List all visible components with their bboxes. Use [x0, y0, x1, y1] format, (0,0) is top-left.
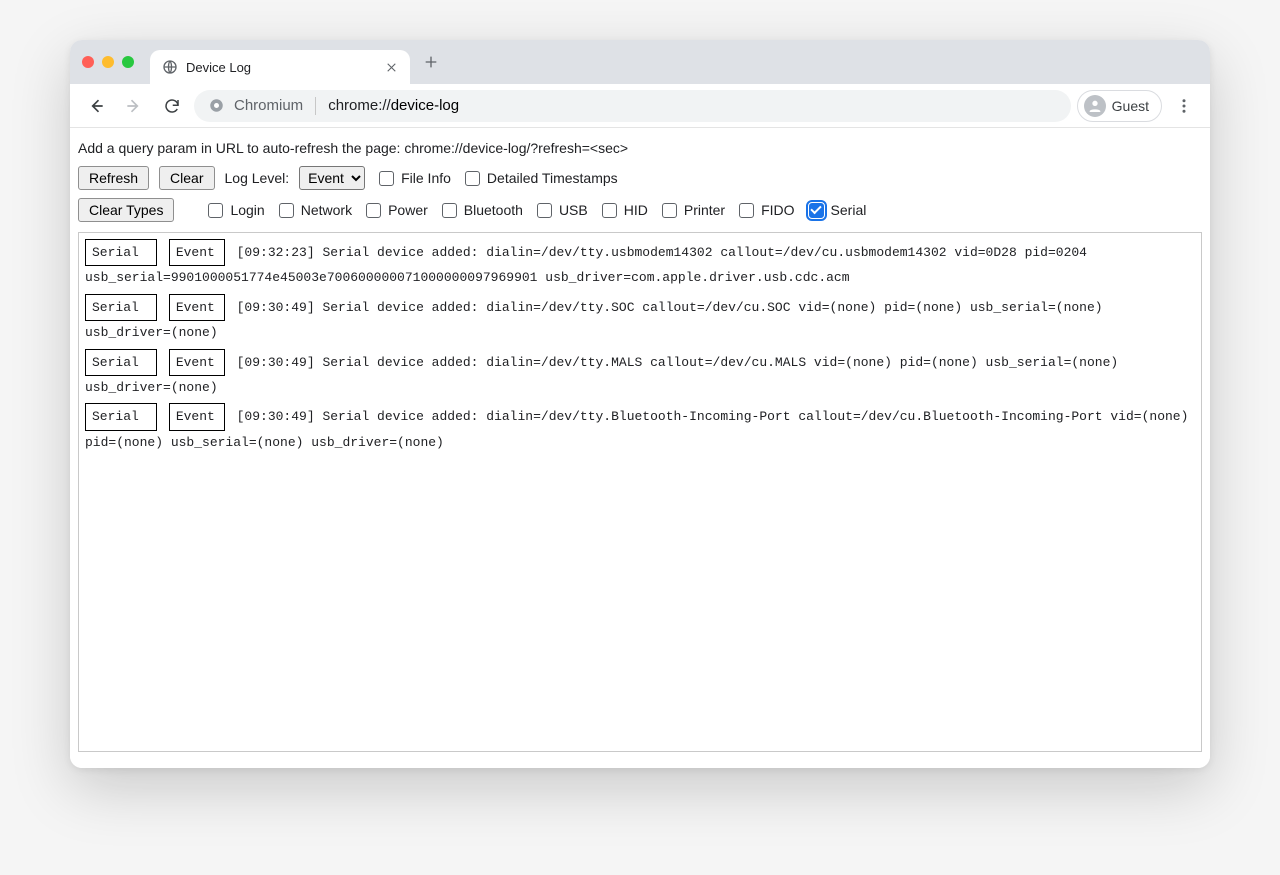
globe-icon — [162, 59, 178, 75]
detailed-timestamps-checkbox-group[interactable]: Detailed Timestamps — [461, 168, 618, 189]
filter-bluetooth[interactable]: Bluetooth — [438, 200, 523, 221]
power-checkbox[interactable] — [366, 203, 381, 218]
log-timestamp: [09:32:23] — [237, 245, 315, 260]
clear-types-button[interactable]: Clear Types — [78, 198, 174, 222]
file-info-checkbox[interactable] — [379, 171, 394, 186]
page-content: Add a query param in URL to auto-refresh… — [70, 128, 1210, 768]
tab-title: Device Log — [186, 60, 382, 75]
log-entry: Serial Event [09:30:49] Serial device ad… — [85, 403, 1195, 454]
browser-tab[interactable]: Device Log — [150, 50, 410, 84]
filter-login[interactable]: Login — [204, 200, 264, 221]
log-type-tag: Serial — [85, 403, 157, 430]
url-path-value: device-log — [391, 97, 459, 114]
window-maximize-button[interactable] — [122, 56, 134, 68]
bluetooth-label: Bluetooth — [464, 202, 523, 218]
address-bar[interactable]: Chromium chrome://device-log — [194, 90, 1071, 122]
log-level-label: Log Level: — [225, 170, 290, 186]
url-divider — [315, 97, 316, 115]
profile-label: Guest — [1112, 98, 1149, 114]
log-entry: Serial Event [09:30:49] Serial device ad… — [85, 294, 1195, 345]
printer-checkbox[interactable] — [662, 203, 677, 218]
avatar-icon — [1084, 95, 1106, 117]
clear-button[interactable]: Clear — [159, 166, 214, 190]
log-level-tag: Event — [169, 294, 225, 321]
filter-power[interactable]: Power — [362, 200, 428, 221]
refresh-hint: Add a query param in URL to auto-refresh… — [78, 140, 1202, 156]
url-origin: Chromium — [234, 97, 303, 114]
file-info-label: File Info — [401, 170, 451, 186]
log-level-tag: Event — [169, 403, 225, 430]
new-tab-button[interactable] — [416, 47, 446, 77]
log-level-tag: Event — [169, 239, 225, 266]
fido-label: FIDO — [761, 202, 794, 218]
log-type-tag: Serial — [85, 294, 157, 321]
log-panel: Serial Event [09:32:23] Serial device ad… — [78, 232, 1202, 752]
log-level-select[interactable]: Event — [299, 166, 365, 190]
log-level-tag: Event — [169, 349, 225, 376]
detailed-timestamps-checkbox[interactable] — [465, 171, 480, 186]
filter-printer[interactable]: Printer — [658, 200, 725, 221]
filter-usb[interactable]: USB — [533, 200, 588, 221]
filter-network[interactable]: Network — [275, 200, 352, 221]
log-type-tag: Serial — [85, 349, 157, 376]
hid-label: HID — [624, 202, 648, 218]
log-message: Serial device added: dialin=/dev/tty.usb… — [85, 245, 1087, 285]
log-timestamp: [09:30:49] — [237, 409, 315, 424]
control-row-2: Clear Types Login Network Power Bluetoot… — [78, 198, 1202, 222]
back-button[interactable] — [80, 90, 112, 122]
log-entry: Serial Event [09:32:23] Serial device ad… — [85, 239, 1195, 290]
reload-button[interactable] — [156, 90, 188, 122]
bluetooth-checkbox[interactable] — [442, 203, 457, 218]
usb-label: USB — [559, 202, 588, 218]
forward-button[interactable] — [118, 90, 150, 122]
browser-window: Device Log Chromium chrome://device-lo — [70, 40, 1210, 768]
serial-checkbox[interactable] — [809, 203, 824, 218]
url-path: chrome://device-log — [328, 97, 459, 114]
refresh-button[interactable]: Refresh — [78, 166, 149, 190]
usb-checkbox[interactable] — [537, 203, 552, 218]
chromium-icon — [208, 98, 224, 114]
power-label: Power — [388, 202, 428, 218]
profile-button[interactable]: Guest — [1077, 90, 1162, 122]
window-controls — [82, 56, 134, 68]
filter-hid[interactable]: HID — [598, 200, 648, 221]
login-checkbox[interactable] — [208, 203, 223, 218]
tab-strip: Device Log — [70, 40, 1210, 84]
log-type-tag: Serial — [85, 239, 157, 266]
window-minimize-button[interactable] — [102, 56, 114, 68]
login-label: Login — [230, 202, 264, 218]
tab-close-button[interactable] — [382, 58, 400, 76]
overflow-menu-button[interactable] — [1168, 90, 1200, 122]
network-checkbox[interactable] — [279, 203, 294, 218]
log-timestamp: [09:30:49] — [237, 300, 315, 315]
file-info-checkbox-group[interactable]: File Info — [375, 168, 451, 189]
hid-checkbox[interactable] — [602, 203, 617, 218]
fido-checkbox[interactable] — [739, 203, 754, 218]
filter-serial[interactable]: Serial — [805, 200, 867, 221]
log-timestamp: [09:30:49] — [237, 355, 315, 370]
printer-label: Printer — [684, 202, 725, 218]
serial-label: Serial — [831, 202, 867, 218]
window-close-button[interactable] — [82, 56, 94, 68]
detailed-timestamps-label: Detailed Timestamps — [487, 170, 618, 186]
control-row-1: Refresh Clear Log Level: Event File Info… — [78, 166, 1202, 190]
log-entry: Serial Event [09:30:49] Serial device ad… — [85, 349, 1195, 400]
filter-fido[interactable]: FIDO — [735, 200, 794, 221]
browser-toolbar: Chromium chrome://device-log Guest — [70, 84, 1210, 128]
network-label: Network — [301, 202, 352, 218]
url-scheme: chrome:// — [328, 97, 391, 114]
